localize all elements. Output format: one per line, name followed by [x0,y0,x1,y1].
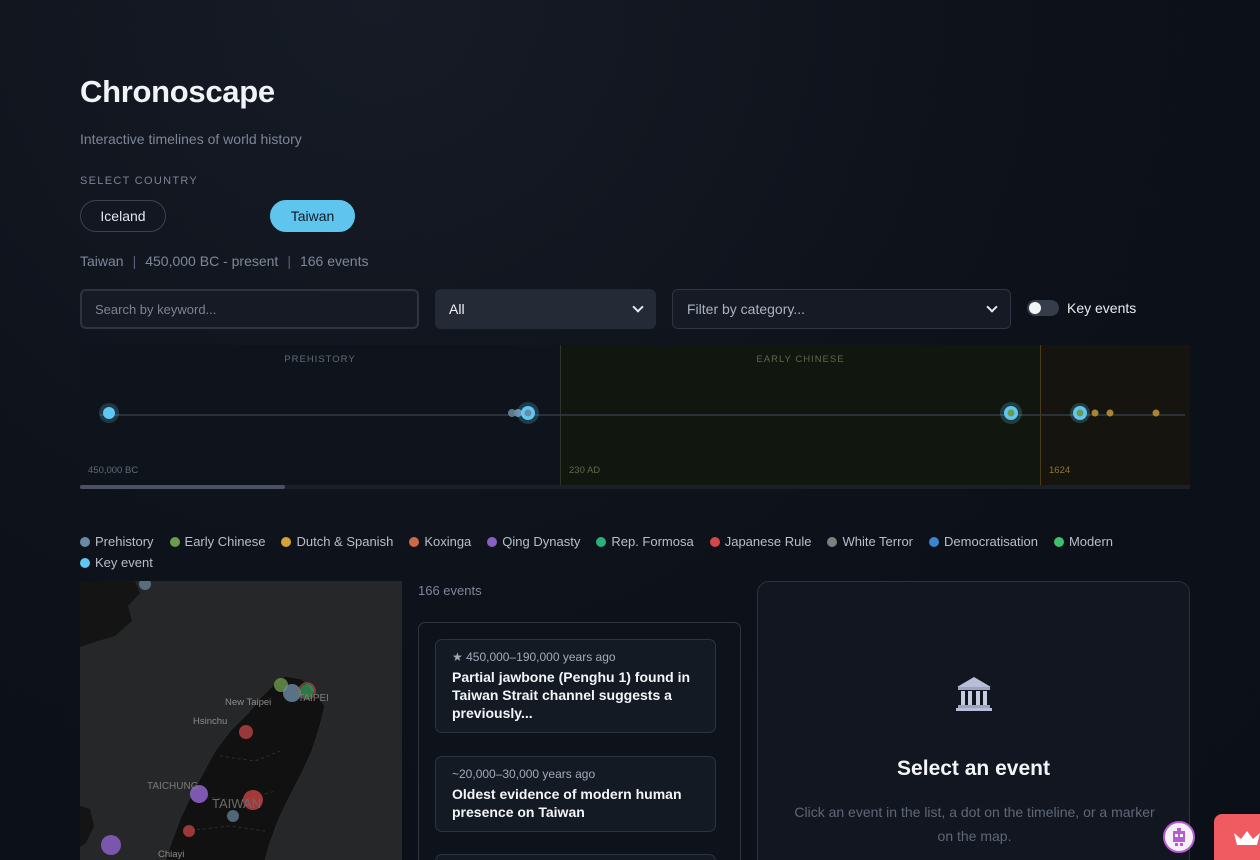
meta-separator: | [287,253,291,269]
map-label: TAIWAN [212,796,261,811]
legend-label: Early Chinese [184,534,266,549]
country-button-iceland[interactable]: Iceland [80,200,166,232]
period-select[interactable]: All [435,289,656,329]
upgrade-button[interactable] [1214,814,1260,860]
timeline-dot-core [524,409,532,417]
country-button-taiwan[interactable]: Taiwan [270,200,355,232]
legend-dot [80,537,90,547]
robot-icon [1173,828,1185,846]
legend-item: Democratisation [929,535,1038,549]
legend-label: Dutch & Spanish [296,534,394,549]
map-canvas: New Taipei TAIPEI Hsinchu TAICHUNG TAIWA… [80,581,402,860]
crown-icon [1234,831,1260,845]
legend-label: Key event [95,555,153,570]
timeline-dot [1091,409,1099,417]
legend-label: Democratisation [944,534,1038,549]
event-card[interactable] [435,854,716,860]
timeline-scroll-thumb[interactable] [80,485,285,489]
timeline-dot [1152,409,1160,417]
event-date: ★ 450,000–190,000 years ago [452,650,616,664]
legend-dot [169,537,180,547]
map-label: Chiayi [158,849,184,860]
search-input[interactable]: Search by keyword... [80,289,419,329]
legend-dot [709,537,720,547]
app-title: Chronoscape [80,74,275,109]
legend-label: White Terror [842,534,914,549]
category-select[interactable]: Filter by category... [672,289,1011,329]
legend-item: Rep. Formosa [596,534,694,549]
event-card[interactable]: ★ 450,000–190,000 years ago Partial jawb… [435,639,716,733]
meta-range: 450,000 BC - present [145,253,279,269]
legend-label: Japanese Rule [724,534,812,549]
legend-item: Early Chinese [169,534,266,549]
legend-dot [929,537,940,547]
meta-separator: | [132,253,137,269]
legend-item: Key event [80,556,153,570]
chevron-down-icon [986,301,998,313]
legend-dot [827,537,838,547]
select-country-label: SELECT COUNTRY [80,175,199,187]
legend-dot [487,537,498,547]
chevron-down-icon [632,301,644,313]
legend-dot [1053,537,1064,547]
legend: Prehistory Early Chinese Dutch & Spanish… [80,535,1190,570]
legend-item: Qing Dynasty [487,535,580,549]
timeline-dot [103,407,115,419]
timeline-dot [1106,409,1114,417]
legend-item: Japanese Rule [709,534,812,549]
period-select-value: All [449,301,465,317]
search-placeholder: Search by keyword... [95,301,217,317]
map[interactable]: New Taipei TAIPEI Hsinchu TAICHUNG TAIWA… [80,581,402,860]
legend-label: Rep. Formosa [611,534,694,549]
legend-item: Modern [1053,534,1114,549]
timeline[interactable]: PREHISTORY 450,000 BC EARLY CHINESE 230 … [80,345,1190,485]
events-list[interactable]: ★ 450,000–190,000 years ago Partial jawb… [418,622,741,860]
map-label: Hsinchu [193,716,227,727]
key-events-label: Key events [1067,300,1137,316]
avatar-button[interactable] [1163,821,1195,853]
category-select-placeholder: Filter by category... [687,301,806,317]
timeline-dot-core [1007,409,1015,417]
legend-item: Prehistory [80,535,154,549]
legend-item: Koxinga [409,535,471,549]
timeline-dot-core [1076,409,1084,417]
map-label: TAIPEI [298,693,329,704]
event-detail-panel: Select an event Click an event in the li… [757,581,1190,860]
toggle-knob [1029,302,1041,314]
app-subtitle: Interactive timelines of world history [80,131,302,147]
detail-instructions: Click an event in the list, a dot on the… [794,804,1155,844]
key-events-toggle-group: Key events [1027,300,1136,316]
museum-icon [956,677,992,711]
key-events-toggle[interactable] [1027,300,1059,316]
event-card[interactable]: ~20,000–30,000 years ago Oldest evidence… [435,756,716,832]
map-label: TAICHUNG [147,781,199,792]
legend-label: Qing Dynasty [502,534,581,549]
legend-dot [409,537,420,547]
legend-dot [596,537,607,547]
legend-dot [281,537,292,547]
country-meta: Taiwan | 450,000 BC - present | 166 even… [80,253,368,269]
legend-item: White Terror [827,535,913,549]
event-title: Oldest evidence of modern human presence… [452,786,682,820]
meta-country: Taiwan [80,253,124,269]
meta-events: 166 events [299,253,369,269]
events-count: 166 events [418,583,482,598]
timeline-scrollbar[interactable] [80,485,1190,489]
legend-label: Prehistory [95,534,154,549]
event-title: Partial jawbone (Penghu 1) found in Taiw… [452,669,691,721]
timeline-track [99,402,1185,424]
legend-label: Koxinga [424,534,472,549]
legend-label: Modern [1068,534,1114,549]
detail-title: Select an event [897,757,1050,780]
event-date: ~20,000–30,000 years ago [452,767,596,781]
map-label: New Taipei [225,697,271,708]
legend-item: Dutch & Spanish [281,535,393,549]
legend-dot [80,558,90,568]
